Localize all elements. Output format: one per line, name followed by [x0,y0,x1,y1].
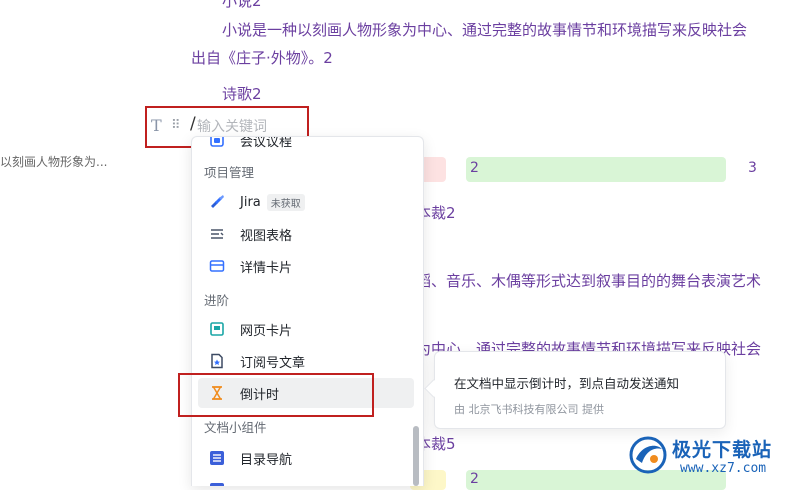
countdown-tooltip: 在文档中显示倒计时，到点自动发送通知 由 北京飞书科技有限公司 提供 [434,351,726,429]
table-cell-green[interactable] [466,157,726,182]
menu-item-detail-card[interactable]: 详情卡片 [198,251,414,281]
paragraph-drama-partial: 蹈、音乐、木偶等形式达到叙事目的的舞台表演艺术 [416,272,762,290]
menu-item-label: 详情卡片 [240,260,293,276]
paragraph-novel-line1: 小说是一种以刻画人物形象为中心、通过完整的故事情节和环境描写来反映社会 [222,21,748,39]
detail-card-icon [208,257,226,275]
menu-item-label: 网页卡片 [240,323,293,339]
menu-item-label: 目录导航 [240,452,293,468]
menu-item-label: Jira [240,194,261,210]
status-badge: 未获取 [266,193,305,211]
menu-section-title: 文档小组件 [204,420,267,435]
paragraph-novel-line2: 出自《庄子·外物》。2 [191,49,333,67]
outline-item[interactable]: 以刻画人物形象为... [0,153,107,170]
tooltip-provider: 由 北京飞书科技有限公司 提供 [454,403,604,416]
menu-item-jira[interactable]: Jira 未获取 [198,187,414,217]
meeting-agenda-icon [208,137,226,149]
watermark-url: www.xz7.com [680,461,767,476]
menu-item-label: 会议议程 [240,136,293,150]
menu-item-label: 订阅号文章 [240,355,306,371]
toc-nav-icon [208,449,226,467]
menu-scrollbar[interactable] [413,426,419,486]
menu-section-title: 进阶 [204,293,230,308]
web-card-icon [208,320,226,338]
subscription-article-icon [208,352,226,370]
menu-item-toc-nav[interactable]: 目录导航 [198,443,414,473]
menu-item-view-table[interactable]: 视图表格 [198,219,414,249]
slash-command-menu: 会议议程 项目管理 Jira 未获取 视图表格 详情卡片 进阶 网页卡片 订阅号… [191,136,424,486]
watermark-logo-icon [629,436,667,474]
widget-icon [208,481,226,486]
tooltip-description: 在文档中显示倒计时，到点自动发送通知 [454,376,680,391]
heading-novel: 小说2 [222,0,262,10]
heading-poem: 诗歌2 [222,85,262,103]
watermark: 极光下载站 www.xz7.com [618,429,792,485]
table-cell-value: 3 [748,160,757,176]
jira-icon [208,193,226,211]
menu-item-subscription-article[interactable]: 订阅号文章 [198,346,414,376]
menu-item-partial[interactable] [198,475,414,486]
menu-item-web-card[interactable]: 网页卡片 [198,314,414,344]
watermark-title: 极光下载站 [672,439,773,461]
menu-section-title: 项目管理 [204,165,255,180]
table-cell-value: 2 [470,160,479,176]
menu-item-meeting-agenda[interactable]: 会议议程 [198,136,414,155]
view-table-icon [208,225,226,243]
annotation-box-countdown [178,373,374,417]
menu-item-label: 视图表格 [240,228,293,244]
